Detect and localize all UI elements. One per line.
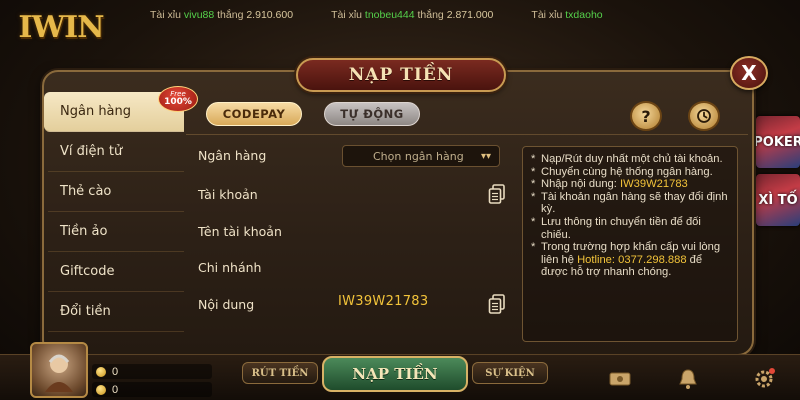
logo-text: IWIN: [18, 9, 104, 45]
sidebar-item-label: Giftcode: [60, 264, 115, 279]
account-name-label: Tên tài khoản: [198, 224, 282, 239]
hotline-label: Hotline:: [577, 253, 616, 266]
tab-label: TỰ ĐỘNG: [340, 107, 404, 121]
sidebar-item-crypto[interactable]: Tiền ảo: [48, 212, 184, 252]
withdraw-button[interactable]: RÚT TIỀN: [242, 362, 318, 384]
ticker-item: Tài xỉu tnobeu444 thắng 2.871.000: [331, 9, 493, 21]
ticker-user: txdaoho: [565, 9, 603, 21]
sidebar-item-label: Thẻ cào: [60, 184, 112, 199]
sidebar-item-label: Tiền ảo: [60, 224, 108, 239]
nav-label: SỰ KIỆN: [485, 367, 535, 379]
note-item: * Trong trường hợp khẩn cấp vui lòng liê…: [531, 241, 721, 279]
tab-divider: [186, 134, 748, 135]
help-button[interactable]: ?: [630, 101, 662, 131]
ticker-amount: 2.871.000: [446, 9, 494, 21]
dialog-title-bar: NẠP TIỀN: [296, 58, 506, 92]
settings-icon[interactable]: [752, 368, 776, 390]
ticker-amount: 2.910.600: [246, 9, 294, 21]
deposit-button[interactable]: NẠP TIỀN: [322, 356, 468, 392]
history-button[interactable]: [688, 101, 720, 131]
note-text: Chuyển cùng hệ thống ngân hàng.: [541, 165, 713, 178]
balance-silver: 0: [92, 382, 212, 397]
event-button[interactable]: SỰ KIỆN: [472, 362, 548, 384]
iwin-logo: IWIN: [18, 4, 104, 50]
badge-bottom-text: 100%: [164, 97, 192, 107]
note-item: * Chuyển cùng hệ thống ngân hàng.: [531, 166, 729, 179]
note-item: * Nạp/Rút duy nhất một chủ tài khoản.: [531, 153, 729, 166]
balance-gold: 0: [92, 364, 212, 379]
bank-label: Ngân hàng: [198, 148, 267, 163]
tab-label: CODEPAY: [222, 107, 286, 121]
note-text: Nhập nội dung:: [541, 178, 617, 191]
game-card-xito[interactable]: XÌ TỐ: [756, 174, 800, 226]
transfer-content-code: IW39W21783: [338, 294, 429, 309]
ticker-mid: thắng: [217, 9, 244, 21]
balance-value: 0: [112, 383, 119, 396]
tab-auto[interactable]: TỰ ĐỘNG: [324, 102, 420, 126]
balance-value: 0: [112, 365, 119, 378]
nav-label: RÚT TIỀN: [251, 367, 309, 379]
ticker-mid: thắng: [417, 9, 444, 21]
ticker-user: tnobeu444: [364, 9, 415, 21]
avatar[interactable]: [30, 342, 88, 398]
ticker-item: Tài xỉu vivu88 thắng 2.910.600: [150, 9, 293, 21]
game-card-label: XÌ TỐ: [758, 192, 798, 208]
ticker-prefix: Tài xỉu: [531, 9, 563, 21]
coin-icon: [96, 366, 106, 377]
note-item: * Nhập nội dung: IW39W21783: [531, 178, 688, 191]
copy-icon[interactable]: [488, 184, 506, 204]
method-tabs: CODEPAY TỰ ĐỘNG: [206, 102, 420, 126]
bell-icon[interactable]: [676, 368, 700, 390]
game-card-label: POKER: [753, 134, 800, 150]
sidebar-item-label: Đổi tiền: [60, 304, 111, 319]
sidebar-item-label: Ví điện tử: [60, 144, 123, 159]
question-icon: ?: [641, 106, 651, 126]
bank-select[interactable]: Chọn ngân hàng ▾▾: [342, 145, 500, 167]
content-label: Nội dung: [198, 297, 255, 312]
copy-icon[interactable]: [488, 294, 506, 314]
hotline-number[interactable]: 0377.298.888: [618, 254, 686, 266]
deposit-notes: * Nạp/Rút duy nhất một chủ tài khoản. * Ch…: [522, 146, 738, 342]
sidebar-item-exchange[interactable]: Đổi tiền: [48, 292, 184, 332]
close-button[interactable]: X: [730, 56, 768, 90]
ticker-prefix: Tài xỉu: [150, 9, 181, 21]
dialog-title: NẠP TIỀN: [348, 65, 454, 85]
note-item: * Tài khoản ngân hàng sẽ thay đổi định kỳ…: [531, 190, 728, 216]
sidebar-item-label: Ngân hàng: [60, 104, 132, 119]
ticker-prefix: Tài xỉu: [331, 9, 362, 21]
ticker-item: Tài xỉu txdaoho: [531, 9, 602, 21]
note-text: Tài khoản ngân hàng sẽ thay đổi định kỳ.: [541, 190, 728, 216]
note-text: Nạp/Rút duy nhất một chủ tài khoản.: [541, 153, 723, 165]
account-label: Tài khoản: [198, 187, 258, 202]
game-card-poker[interactable]: POKER: [753, 116, 800, 168]
note-text: Lưu thông tin chuyển tiền để đối chiếu.: [541, 215, 701, 241]
sidebar-item-scratch-card[interactable]: Thẻ cào: [48, 172, 184, 212]
bank-select-value: Chọn ngân hàng: [373, 149, 464, 163]
sidebar-item-ewallet[interactable]: Ví điện tử: [48, 132, 184, 172]
ticker-user: vivu88: [183, 9, 215, 21]
ticket-icon[interactable]: [608, 368, 632, 390]
winners-ticker: Tài xỉu vivu88 thắng 2.910.600 Tài xỉu t…: [150, 4, 710, 26]
nav-label: NẠP TIỀN: [352, 365, 438, 383]
branch-label: Chi nhánh: [198, 260, 262, 275]
note-code: IW39W21783: [620, 178, 688, 191]
coin-icon: [96, 384, 106, 395]
background-game-cards: POKER XÌ TỐ: [752, 116, 800, 296]
free-100-badge: Free 100%: [158, 86, 198, 112]
chevron-down-icon: ▾▾: [480, 150, 491, 162]
tab-codepay[interactable]: CODEPAY: [206, 102, 302, 126]
history-icon: [697, 109, 711, 123]
avatar-icon: [45, 354, 73, 392]
close-icon: X: [741, 61, 757, 85]
payment-method-sidebar: Ngân hàng Ví điện tử Thẻ cào Tiền ảo Gif…: [44, 92, 184, 342]
sidebar-item-giftcode[interactable]: Giftcode: [48, 252, 184, 292]
note-item: * Lưu thông tin chuyển tiền để đối chiếu.: [531, 216, 729, 241]
